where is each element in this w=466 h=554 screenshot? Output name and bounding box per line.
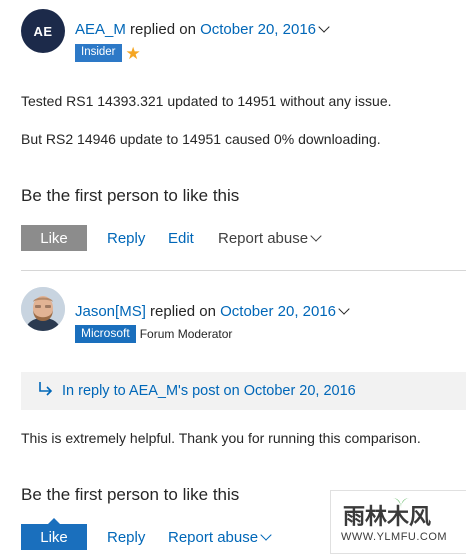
- role-label: Forum Moderator: [139, 327, 233, 341]
- watermark-url: WWW.YLMFU.COM: [341, 531, 448, 543]
- post-body-line: This is extremely helpful. Thank you for…: [21, 430, 421, 446]
- leaf-icon: [393, 495, 409, 513]
- post-date-link[interactable]: October 20, 2016: [200, 21, 316, 38]
- chevron-down-icon: [310, 230, 322, 242]
- author-link[interactable]: AEA_M: [75, 21, 126, 38]
- reply-link[interactable]: Reply: [107, 230, 145, 247]
- author-badges: Insider ★: [75, 44, 141, 62]
- post-header: Jason[MS] replied on October 20, 2016: [75, 303, 350, 320]
- report-abuse-label: Report abuse: [168, 529, 259, 546]
- insider-badge: Insider: [75, 44, 122, 62]
- report-abuse-label: Report abuse: [218, 230, 309, 247]
- likes-count-text: Be the first person to like this: [21, 186, 240, 205]
- post-body-line: But RS2 14946 update to 14951 caused 0% …: [21, 131, 381, 147]
- avatar-photo-icon: [21, 287, 65, 331]
- avatar[interactable]: [21, 287, 65, 331]
- report-abuse-menu[interactable]: Report abuse: [218, 230, 322, 247]
- replied-on-label: replied on: [130, 21, 196, 38]
- post-header: AEA_M replied on October 20, 2016: [75, 21, 330, 38]
- author-badges: Microsoft Forum Moderator: [75, 325, 232, 343]
- chevron-down-icon[interactable]: [318, 21, 330, 33]
- post-body-line: Tested RS1 14393.321 updated to 14951 wi…: [21, 93, 392, 109]
- chevron-down-icon: [260, 529, 272, 541]
- in-reply-to-box: In reply to AEA_M's post on October 20, …: [21, 372, 466, 410]
- watermark-text: 雨林木风: [343, 504, 432, 529]
- likes-count-text: Be the first person to like this: [21, 485, 240, 504]
- author-link[interactable]: Jason[MS]: [75, 303, 146, 320]
- watermark-logo: 雨林木风 WWW.YLMFU.COM: [330, 490, 466, 554]
- like-button[interactable]: Like: [21, 518, 87, 550]
- avatar[interactable]: AE: [21, 9, 65, 53]
- edit-link[interactable]: Edit: [168, 230, 194, 247]
- post-divider: [21, 270, 466, 271]
- post-date-link[interactable]: October 20, 2016: [220, 303, 336, 320]
- star-icon: ★: [125, 43, 141, 63]
- reply-link[interactable]: Reply: [107, 529, 145, 546]
- microsoft-badge: Microsoft: [75, 325, 136, 343]
- in-reply-to-link[interactable]: In reply to AEA_M's post on October 20, …: [62, 383, 356, 399]
- chevron-down-icon[interactable]: [338, 303, 350, 315]
- replied-on-label: replied on: [150, 303, 216, 320]
- report-abuse-menu[interactable]: Report abuse: [168, 529, 272, 546]
- reply-arrow-icon: [37, 380, 55, 403]
- like-button[interactable]: Like: [21, 225, 87, 251]
